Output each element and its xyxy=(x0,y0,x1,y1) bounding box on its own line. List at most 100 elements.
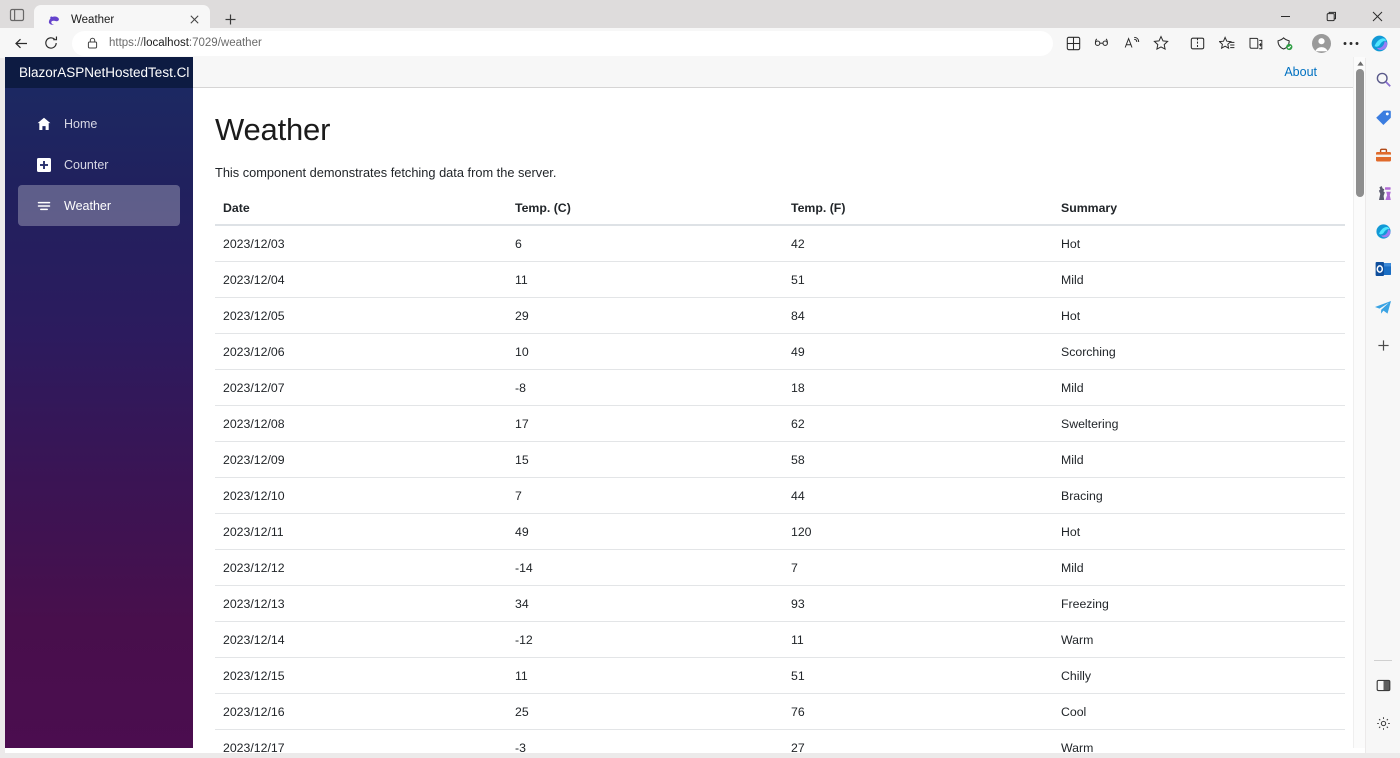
edge-sidebar xyxy=(1366,57,1400,753)
weather-table: Date Temp. (C) Temp. (F) Summary 2023/12… xyxy=(215,201,1345,753)
cell-date: 2023/12/04 xyxy=(215,261,515,298)
sidebar-divider xyxy=(1374,660,1392,661)
cell-temp-f: 49 xyxy=(791,333,1061,370)
cell-temp-f: 51 xyxy=(791,657,1061,694)
cell-summary: Chilly xyxy=(1061,657,1345,694)
sidebar-item-label-home: Home xyxy=(64,116,98,131)
favorite-star-icon[interactable] xyxy=(1146,29,1175,57)
telegram-icon[interactable] xyxy=(1369,293,1397,321)
table-row: 2023/12/04 11 51 Mild xyxy=(215,261,1345,298)
cell-temp-f: 84 xyxy=(791,297,1061,334)
split-panel-icon[interactable] xyxy=(1369,671,1397,699)
cell-summary: Hot xyxy=(1061,297,1345,334)
sidebar-item-label-weather: Weather xyxy=(64,198,112,213)
table-row: 2023/12/05 29 84 Hot xyxy=(215,297,1345,334)
cell-temp-c: 7 xyxy=(515,477,791,514)
collections-icon[interactable] xyxy=(1241,29,1270,57)
cell-date: 2023/12/13 xyxy=(215,585,515,622)
cell-temp-f: 11 xyxy=(791,621,1061,658)
back-arrow-icon[interactable] xyxy=(6,29,36,57)
lock-icon[interactable] xyxy=(84,37,100,49)
scroll-up-arrow-icon[interactable] xyxy=(1354,57,1365,69)
sidebar-item-label-counter: Counter xyxy=(64,157,109,172)
app-brand-bar[interactable]: BlazorASPNetHostedTest.Cl xyxy=(5,57,193,88)
app-main: About Weather This component demonstrate… xyxy=(193,57,1365,753)
copilot-sidebar-icon[interactable] xyxy=(1369,217,1397,245)
app-topbar: About xyxy=(193,57,1365,88)
weather-table-head: Date Temp. (C) Temp. (F) Summary xyxy=(215,201,1345,226)
search-icon[interactable] xyxy=(1369,65,1397,93)
sidebar-item-counter[interactable]: Counter xyxy=(18,144,180,185)
cell-temp-f: 93 xyxy=(791,585,1061,622)
tab-title: Weather xyxy=(71,13,115,26)
cell-temp-c: 11 xyxy=(515,261,791,298)
refresh-icon[interactable] xyxy=(36,29,66,57)
cell-summary: Mild xyxy=(1061,441,1345,478)
outlook-icon[interactable] xyxy=(1369,255,1397,283)
sidebar-item-home[interactable]: Home xyxy=(18,103,180,144)
settings-more-icon[interactable] xyxy=(1336,29,1365,57)
cell-summary: Cool xyxy=(1061,693,1345,730)
page-title: Weather xyxy=(215,112,331,147)
cell-temp-c: -8 xyxy=(515,369,791,406)
scrollbar-thumb[interactable] xyxy=(1356,69,1364,197)
plus-square-icon xyxy=(35,156,52,173)
column-header-temp-f: Temp. (F) xyxy=(791,201,1061,226)
cell-date: 2023/12/17 xyxy=(215,729,515,753)
list-icon xyxy=(35,197,52,214)
copilot-icon[interactable] xyxy=(1365,29,1394,57)
cell-summary: Warm xyxy=(1061,621,1345,658)
cell-temp-c: 10 xyxy=(515,333,791,370)
cell-temp-c: 11 xyxy=(515,657,791,694)
cell-temp-c: 34 xyxy=(515,585,791,622)
app-brand-title: BlazorASPNetHostedTest.Cl xyxy=(19,65,190,80)
tools-toolbox-icon[interactable] xyxy=(1369,141,1397,169)
cell-temp-c: -14 xyxy=(515,549,791,586)
games-icon[interactable] xyxy=(1369,179,1397,207)
toolbar-icons xyxy=(1059,29,1394,57)
sidebar-settings-gear-icon[interactable] xyxy=(1369,709,1397,737)
cell-summary: Freezing xyxy=(1061,585,1345,622)
cell-temp-f: 58 xyxy=(791,441,1061,478)
page-scrollbar[interactable] xyxy=(1353,57,1365,748)
address-toolbar: https://localhost:7029/weather xyxy=(0,28,1400,58)
cell-summary: Hot xyxy=(1061,513,1345,550)
about-link[interactable]: About xyxy=(1284,65,1317,79)
window-bottom-edge xyxy=(0,753,1400,758)
column-header-date: Date xyxy=(215,201,515,226)
column-header-temp-c: Temp. (C) xyxy=(515,201,791,226)
cell-date: 2023/12/16 xyxy=(215,693,515,730)
blazor-favicon-icon xyxy=(46,12,62,28)
cell-temp-f: 51 xyxy=(791,261,1061,298)
table-row: 2023/12/10 7 44 Bracing xyxy=(215,477,1345,514)
tab-close-icon[interactable] xyxy=(186,12,202,28)
cell-temp-f: 7 xyxy=(791,549,1061,586)
cell-date: 2023/12/05 xyxy=(215,297,515,334)
cell-temp-f: 27 xyxy=(791,729,1061,753)
table-header-row: Date Temp. (C) Temp. (F) Summary xyxy=(215,201,1345,226)
read-aloud-icon[interactable] xyxy=(1088,29,1117,57)
address-bar[interactable]: https://localhost:7029/weather xyxy=(72,30,1053,56)
browser-essentials-icon[interactable] xyxy=(1059,29,1088,57)
table-row: 2023/12/03 6 42 Hot xyxy=(215,225,1345,262)
cell-summary: Mild xyxy=(1061,261,1345,298)
cell-temp-f: 120 xyxy=(791,513,1061,550)
immersive-reader-icon[interactable] xyxy=(1117,29,1146,57)
cell-summary: Mild xyxy=(1061,549,1345,586)
column-header-summary: Summary xyxy=(1061,201,1345,226)
table-row: 2023/12/07 -8 18 Mild xyxy=(215,369,1345,406)
cell-date: 2023/12/08 xyxy=(215,405,515,442)
extensions-shield-icon[interactable] xyxy=(1270,29,1299,57)
add-sidebar-app-icon[interactable] xyxy=(1369,331,1397,359)
shopping-tag-icon[interactable] xyxy=(1369,103,1397,131)
cell-temp-c: 29 xyxy=(515,297,791,334)
page-viewport: BlazorASPNetHostedTest.Cl Home Counter W… xyxy=(5,57,1365,753)
cell-temp-c: 25 xyxy=(515,693,791,730)
favorites-list-icon[interactable] xyxy=(1212,29,1241,57)
sidebar-item-weather[interactable]: Weather xyxy=(18,185,180,226)
cell-temp-f: 44 xyxy=(791,477,1061,514)
profile-avatar-icon[interactable] xyxy=(1307,29,1336,57)
cell-date: 2023/12/09 xyxy=(215,441,515,478)
cell-temp-c: 6 xyxy=(515,225,791,262)
split-screen-icon[interactable] xyxy=(1183,29,1212,57)
